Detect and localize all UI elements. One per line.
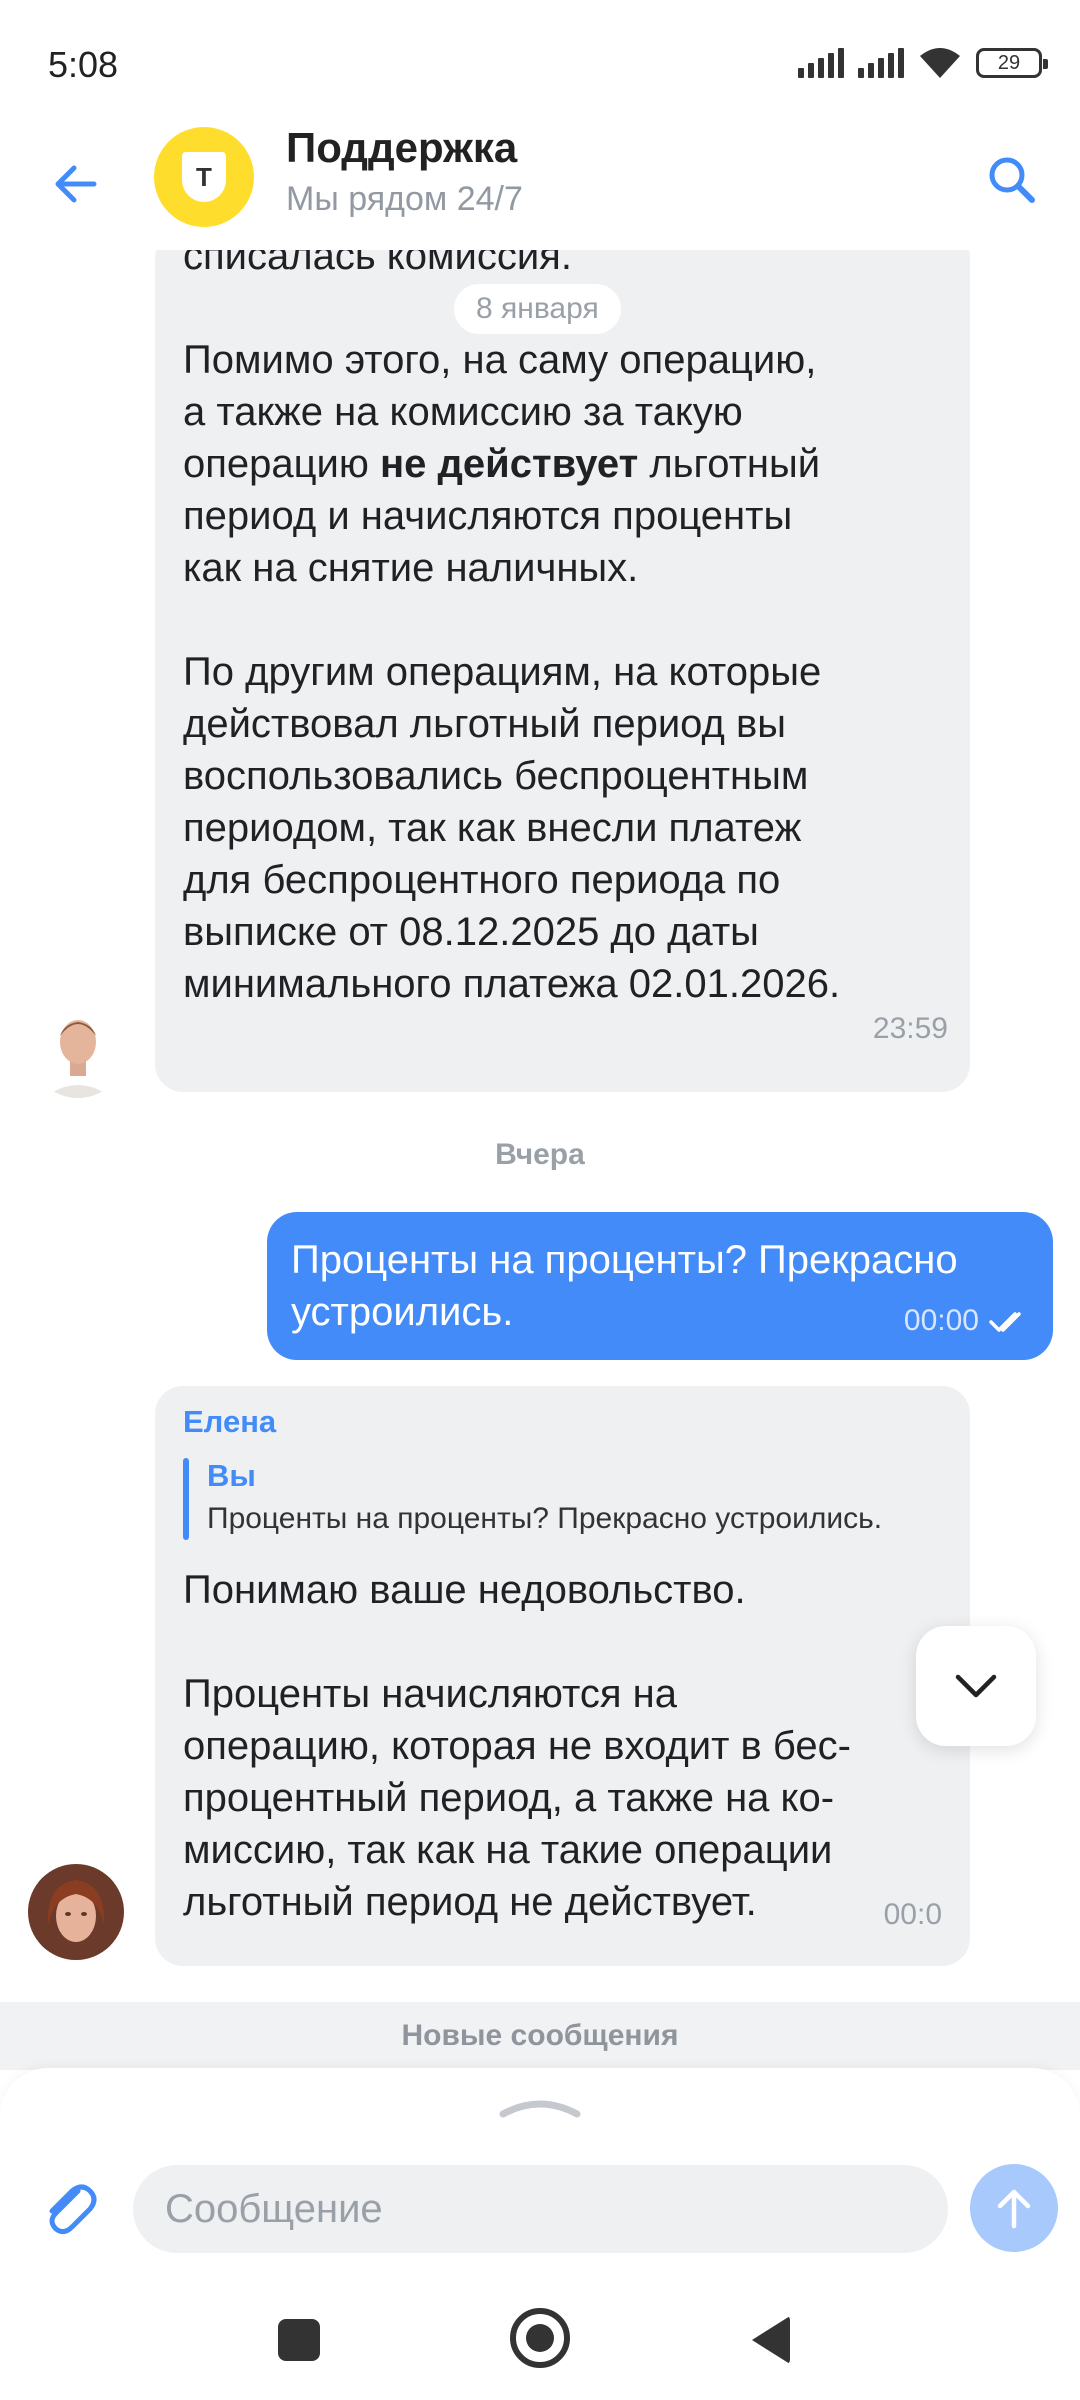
scroll-down-button[interactable] — [916, 1626, 1036, 1746]
date-pill: 8 января — [454, 284, 621, 334]
back-arrow-icon[interactable] — [44, 152, 108, 216]
battery-icon: 29 — [976, 48, 1048, 78]
bold-text: не действует — [380, 442, 639, 486]
message-paragraph: По другим операциям, на которые действов… — [183, 650, 841, 1006]
status-time: 5:08 — [48, 44, 119, 85]
incoming-reply-message[interactable]: Елена Вы Проценты на проценты? Прекрасно… — [155, 1386, 970, 1966]
wifi-icon — [920, 48, 960, 78]
message-time: 00:0 — [883, 1898, 942, 1931]
paperclip-icon[interactable] — [38, 2173, 98, 2237]
quote-author: Вы — [207, 1458, 256, 1493]
expand-handle-icon[interactable] — [497, 2096, 583, 2120]
chat-subtitle: Мы рядом 24/7 — [286, 180, 523, 218]
message-text-partial: списалась комиссия. — [183, 250, 572, 278]
home-button[interactable] — [510, 2308, 570, 2368]
system-nav-bar — [0, 2298, 1080, 2400]
agent-avatar[interactable] — [30, 1002, 126, 1098]
message-composer — [0, 2068, 1080, 2298]
message-time: 00:00 — [903, 1304, 979, 1337]
new-messages-separator: Новые сообщения — [0, 2002, 1080, 2070]
quote-bar — [183, 1458, 189, 1540]
signal-icon — [798, 48, 844, 78]
back-button[interactable] — [752, 2316, 790, 2364]
shield-logo-icon: T — [182, 152, 226, 202]
message-time: 23:59 — [872, 1012, 948, 1045]
status-icons: 29 — [798, 46, 1048, 80]
outgoing-message[interactable]: Проценты на проценты? Прекрасно устроили… — [267, 1212, 1053, 1360]
quote-text: Проценты на проценты? Прекрасно устроили… — [207, 1502, 883, 1535]
message-paragraph: Понимаю ваше недовольство. — [183, 1568, 746, 1612]
send-button[interactable] — [970, 2164, 1058, 2252]
sender-name: Елена — [183, 1404, 277, 1439]
chat-title[interactable]: Поддержка — [286, 124, 517, 172]
signal-icon-2 — [858, 48, 904, 78]
recent-apps-button[interactable] — [278, 2319, 320, 2361]
day-separator: Вчера — [495, 1138, 585, 1171]
agent-avatar[interactable] — [28, 1864, 124, 1960]
message-paragraph: Проценты начисляются на операцию, котора… — [183, 1672, 851, 1924]
message-input[interactable] — [133, 2165, 948, 2253]
message-paragraph: Помимо этого, на саму операцию, а также … — [183, 338, 821, 590]
chat-header: T Поддержка Мы рядом 24/7 — [0, 120, 1080, 250]
status-bar: 5:08 29 — [0, 0, 1080, 130]
arrow-up-icon — [997, 2189, 1031, 2229]
bank-logo-avatar[interactable]: T — [154, 127, 254, 227]
incoming-message[interactable]: списалась комиссия. Помимо этого, на сам… — [155, 250, 970, 1092]
reply-quote[interactable]: Вы Проценты на проценты? Прекрасно устро… — [183, 1458, 942, 1540]
search-icon[interactable] — [980, 148, 1044, 212]
double-check-icon — [989, 1312, 1021, 1332]
chevron-down-icon — [955, 1674, 997, 1698]
